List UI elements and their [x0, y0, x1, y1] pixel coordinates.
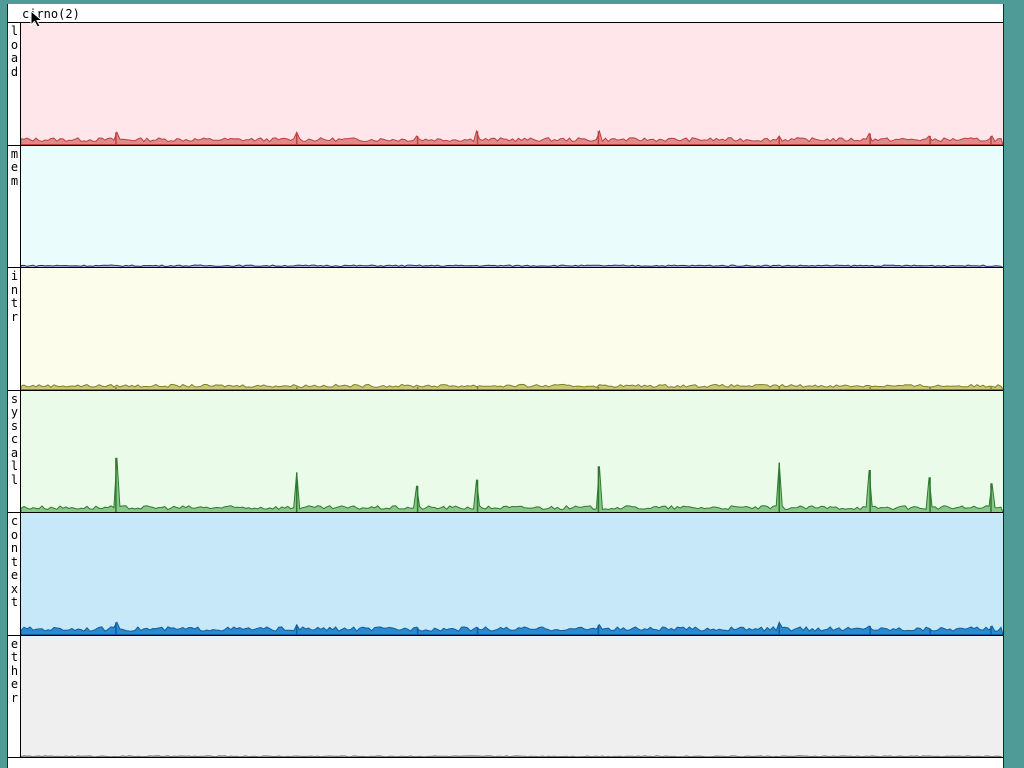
intr-panel: intr — [8, 268, 1003, 391]
intr-series — [21, 383, 1003, 390]
syscall-label-column: syscall — [8, 390, 21, 512]
ether-series — [21, 754, 1003, 757]
mem-graph[interactable] — [21, 145, 1003, 267]
load-plot — [21, 129, 1003, 145]
ether-graph[interactable] — [21, 635, 1003, 757]
intr-label-column: intr — [8, 268, 21, 390]
syscall-label: syscall — [10, 391, 19, 487]
intr-graph[interactable] — [21, 268, 1003, 390]
context-graph[interactable] — [21, 513, 1003, 635]
intr-label: intr — [10, 269, 19, 324]
ether-label: ether — [10, 636, 19, 705]
load-label-column: load — [8, 23, 21, 145]
syscall-plot — [21, 457, 1003, 512]
context-panel: context — [8, 513, 1003, 636]
mem-plot — [21, 263, 1003, 267]
load-label: load — [10, 24, 19, 79]
syscall-panel: syscall — [8, 390, 1003, 513]
context-label-column: context — [8, 513, 21, 635]
load-graph[interactable] — [21, 23, 1003, 145]
context-series — [21, 621, 1003, 635]
mem-series — [21, 263, 1003, 267]
mouse-cursor-icon — [30, 10, 44, 28]
load-panel: load — [8, 23, 1003, 146]
context-label: context — [10, 514, 19, 609]
load-series — [21, 129, 1003, 145]
intr-plot — [21, 383, 1003, 390]
context-plot — [21, 621, 1003, 635]
syscall-series — [21, 457, 1003, 512]
mem-label-column: mem — [8, 145, 21, 267]
ether-panel: ether — [8, 635, 1003, 758]
mem-label: mem — [10, 146, 19, 188]
syscall-graph[interactable] — [21, 390, 1003, 512]
ether-plot — [21, 754, 1003, 757]
ether-label-column: ether — [8, 635, 21, 757]
stats-window: cirno(2) load mem intr syscall context e… — [7, 4, 1004, 768]
mem-panel: mem — [8, 145, 1003, 268]
